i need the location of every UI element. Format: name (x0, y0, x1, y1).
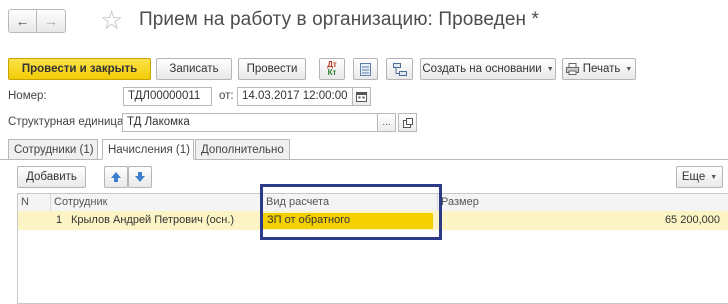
dt-kt-button[interactable]: Дт Кт (319, 58, 345, 80)
move-up-button[interactable] (104, 166, 128, 188)
move-down-button[interactable] (128, 166, 152, 188)
column-header-employee[interactable]: Сотрудник (51, 194, 263, 211)
hierarchy-icon (392, 62, 407, 76)
cell-amount[interactable]: 65 200,000 (665, 214, 720, 226)
report-button[interactable] (353, 58, 378, 80)
unit-open-button[interactable] (398, 113, 417, 132)
unit-field[interactable]: ТД Лакомка (122, 113, 378, 132)
create-based-on-label: Создать на основании (422, 63, 542, 75)
arrow-up-icon (111, 172, 121, 182)
unit-select-button[interactable]: ... (377, 113, 396, 132)
row-number: 1 (56, 214, 63, 226)
date-label: от: (219, 90, 234, 102)
unit-label: Структурная единица: (8, 116, 127, 128)
highlight-frame (260, 184, 442, 240)
arrow-down-icon (135, 172, 145, 182)
calendar-button[interactable] (352, 87, 371, 106)
post-and-close-button[interactable]: Провести и закрыть (8, 58, 151, 80)
more-dropdown[interactable]: Еще ▼ (676, 166, 723, 188)
structure-button[interactable] (386, 58, 413, 80)
cell-employee[interactable]: Крылов Андрей Петрович (осн.) (71, 214, 234, 226)
post-button[interactable]: Провести (238, 58, 306, 80)
forward-button[interactable]: → (37, 9, 66, 33)
chevron-down-icon: ▼ (625, 65, 633, 73)
date-field[interactable]: 14.03.2017 12:00:00 (237, 87, 353, 106)
chevron-down-icon: ▼ (710, 173, 718, 181)
save-button[interactable]: Записать (156, 58, 232, 80)
printer-icon (565, 63, 579, 75)
calendar-icon (356, 92, 367, 102)
print-dropdown[interactable]: Печать ▼ (562, 58, 636, 80)
dt-kt-icon: Дт Кт (327, 60, 337, 77)
column-header-amount[interactable]: Размер (438, 194, 728, 211)
page-title: Прием на работу в организацию: Проведен … (139, 9, 539, 30)
column-header-n[interactable]: N (18, 194, 51, 211)
print-label: Печать (582, 63, 621, 75)
back-button[interactable]: ← (8, 9, 37, 33)
arrow-left-icon: ← (15, 13, 30, 29)
add-button[interactable]: Добавить (17, 166, 86, 188)
more-label: Еще (681, 171, 706, 183)
tab-accruals[interactable]: Начисления (1) (102, 139, 194, 160)
favorite-star-icon[interactable]: ☆ (100, 7, 123, 33)
number-field[interactable]: ТДЛ00000011 (123, 87, 212, 106)
number-label: Номер: (8, 90, 47, 102)
tab-employees[interactable]: Сотрудники (1) (8, 139, 98, 160)
tab-additional[interactable]: Дополнительно (195, 139, 290, 160)
chevron-down-icon: ▼ (546, 65, 554, 73)
arrow-right-icon: → (44, 13, 58, 29)
document-list-icon (360, 62, 371, 76)
create-based-on-dropdown[interactable]: Создать на основании ▼ (420, 58, 556, 80)
open-window-icon (402, 117, 413, 128)
